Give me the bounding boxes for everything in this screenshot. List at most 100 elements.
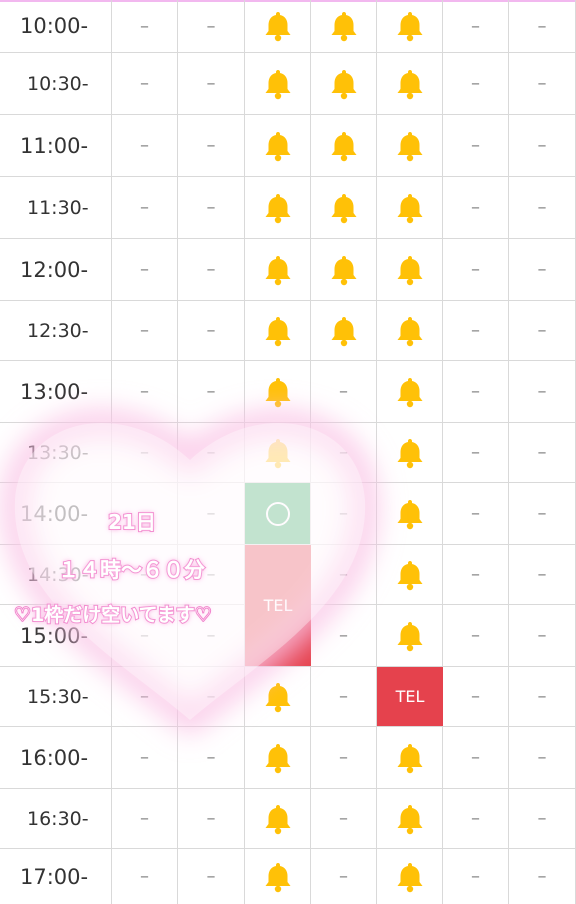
unavailable-slot: –	[443, 849, 509, 904]
unavailable-slot: –	[443, 239, 509, 300]
unavailable-slot: –	[178, 301, 245, 360]
table-row: 12:00- – – – –	[0, 238, 576, 300]
unavailable-slot: –	[112, 605, 178, 666]
unavailable-slot: –	[112, 849, 178, 904]
unavailable-slot: –	[311, 483, 377, 544]
bell-slot[interactable]	[377, 53, 443, 114]
unavailable-slot: –	[178, 605, 245, 666]
unavailable-slot: –	[112, 177, 178, 238]
bell-icon	[263, 376, 293, 408]
unavailable-slot: –	[443, 667, 509, 726]
bell-icon	[395, 10, 425, 42]
unavailable-slot: –	[178, 177, 245, 238]
bell-slot[interactable]	[245, 423, 311, 482]
unavailable-slot: –	[178, 0, 245, 52]
bell-slot[interactable]	[377, 423, 443, 482]
table-row: 16:30- – – – – –	[0, 788, 576, 848]
time-slot-label: 17:00-	[0, 849, 112, 904]
tel-button[interactable]: TEL	[377, 667, 443, 726]
bell-slot[interactable]	[311, 301, 377, 360]
bell-slot[interactable]	[311, 53, 377, 114]
bell-slot[interactable]	[245, 789, 311, 848]
bell-slot[interactable]	[377, 239, 443, 300]
unavailable-slot: –	[178, 667, 245, 726]
unavailable-slot: –	[311, 361, 377, 422]
bell-slot[interactable]	[245, 177, 311, 238]
unavailable-slot: –	[509, 0, 576, 52]
bell-icon	[263, 10, 293, 42]
bell-slot[interactable]	[245, 239, 311, 300]
unavailable-slot: –	[443, 53, 509, 114]
time-slot-label: 13:30-	[0, 423, 112, 482]
bell-slot[interactable]	[377, 361, 443, 422]
table-row: 12:30- – – – –	[0, 300, 576, 360]
bell-slot[interactable]	[377, 0, 443, 52]
unavailable-slot: –	[112, 301, 178, 360]
bell-slot[interactable]	[245, 849, 311, 904]
bell-icon	[395, 315, 425, 347]
table-row: 10:00- – – – –	[0, 0, 576, 52]
available-slot[interactable]	[245, 483, 311, 544]
unavailable-slot: –	[112, 53, 178, 114]
time-slot-label: 12:00-	[0, 239, 112, 300]
bell-slot[interactable]	[377, 789, 443, 848]
unavailable-slot: –	[509, 115, 576, 176]
bell-slot[interactable]	[377, 177, 443, 238]
time-slot-label: 14:00-	[0, 483, 112, 544]
time-slot-label: 11:00-	[0, 115, 112, 176]
bell-slot[interactable]	[377, 605, 443, 666]
bell-icon	[263, 192, 293, 224]
unavailable-slot: –	[311, 545, 377, 604]
bell-icon	[329, 130, 359, 162]
table-row: 16:00- – – – – –	[0, 726, 576, 788]
unavailable-slot: –	[509, 361, 576, 422]
bell-icon	[395, 559, 425, 591]
bell-slot[interactable]	[245, 667, 311, 726]
bell-slot[interactable]	[311, 177, 377, 238]
unavailable-slot: –	[509, 301, 576, 360]
bell-icon	[395, 742, 425, 774]
circle-icon	[265, 501, 290, 526]
bell-slot[interactable]	[377, 115, 443, 176]
bell-slot[interactable]	[245, 0, 311, 52]
bell-slot[interactable]	[245, 115, 311, 176]
bell-icon	[263, 437, 293, 469]
bell-slot[interactable]	[377, 483, 443, 544]
time-slot-label: 10:00-	[0, 0, 112, 52]
bell-slot[interactable]	[245, 301, 311, 360]
bell-icon	[263, 742, 293, 774]
unavailable-slot: –	[443, 361, 509, 422]
bell-slot[interactable]	[377, 545, 443, 604]
unavailable-slot: –	[509, 605, 576, 666]
bell-icon	[395, 254, 425, 286]
time-slot-label: 14:30-	[0, 545, 112, 604]
unavailable-slot: –	[112, 727, 178, 788]
unavailable-slot: –	[509, 667, 576, 726]
bell-icon	[395, 861, 425, 893]
bell-slot[interactable]	[245, 53, 311, 114]
bell-slot[interactable]	[311, 0, 377, 52]
bell-slot[interactable]	[377, 301, 443, 360]
unavailable-slot: –	[509, 423, 576, 482]
unavailable-slot: –	[311, 605, 377, 666]
table-row: 11:00- – – – –	[0, 114, 576, 176]
table-row: 17:00- – – – – –	[0, 848, 576, 904]
unavailable-slot: –	[178, 789, 245, 848]
bell-slot[interactable]	[245, 727, 311, 788]
tel-button[interactable]: TEL	[245, 545, 311, 666]
table-row: 11:30- – – – –	[0, 176, 576, 238]
bell-icon	[395, 620, 425, 652]
bell-slot[interactable]	[377, 849, 443, 904]
time-slot-label: 15:30-	[0, 667, 112, 726]
unavailable-slot: –	[178, 483, 245, 544]
unavailable-slot: –	[178, 361, 245, 422]
bell-slot[interactable]	[311, 115, 377, 176]
unavailable-slot: –	[443, 483, 509, 544]
bell-icon	[395, 130, 425, 162]
bell-slot[interactable]	[245, 361, 311, 422]
unavailable-slot: –	[178, 53, 245, 114]
bell-slot[interactable]	[311, 239, 377, 300]
unavailable-slot: –	[178, 727, 245, 788]
time-slot-label: 16:30-	[0, 789, 112, 848]
bell-slot[interactable]	[377, 727, 443, 788]
